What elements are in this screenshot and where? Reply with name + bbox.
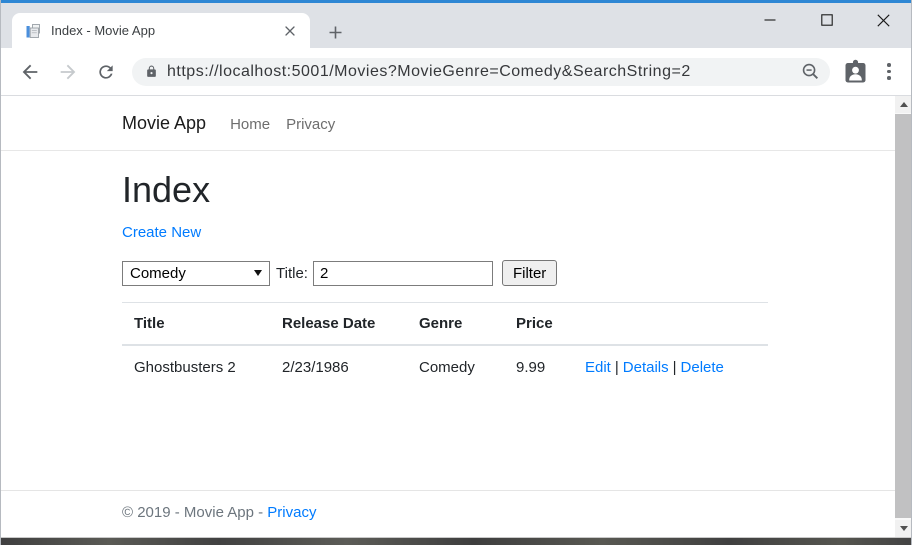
scrollbar-thumb[interactable]	[895, 114, 912, 518]
main-content: Index Create New Comedy Title: Filter	[122, 151, 768, 389]
cell-release-date: 2/23/1986	[282, 359, 349, 377]
cell-genre: Comedy	[419, 359, 475, 377]
back-icon[interactable]	[18, 60, 42, 84]
table-header-row: Title Release Date Genre Price	[122, 302, 768, 347]
web-page: Movie App Home Privacy Index Create New …	[0, 96, 912, 537]
footer-privacy-link[interactable]: Privacy	[267, 504, 316, 521]
cell-price: 9.99	[516, 359, 546, 377]
filter-form: Comedy Title: Filter	[122, 260, 768, 287]
minimize-button-icon[interactable]	[741, 3, 798, 37]
table-row: Ghostbusters 2 2/23/1986 Comedy 9.99 Edi…	[122, 345, 768, 389]
url-text: https://localhost:5001/Movies?MovieGenre…	[167, 62, 691, 80]
header-genre: Genre	[407, 302, 504, 347]
reload-icon[interactable]	[94, 60, 118, 84]
browser-menu-icon[interactable]	[879, 60, 899, 84]
action-separator: |	[672, 359, 677, 377]
address-bar[interactable]: https://localhost:5001/Movies?MovieGenre…	[132, 57, 830, 86]
genre-select[interactable]: Comedy	[122, 260, 270, 286]
create-new-link[interactable]: Create New	[122, 224, 201, 241]
filter-button[interactable]: Filter	[501, 260, 558, 287]
header-release-date: Release Date	[270, 302, 407, 347]
header-price: Price	[504, 302, 573, 347]
tab-bar: Index - Movie App	[0, 3, 912, 48]
copyright-text: © 2019 - Movie App -	[122, 504, 264, 521]
title-label: Title:	[276, 264, 308, 282]
vertical-scrollbar	[895, 96, 912, 537]
edit-link[interactable]: Edit	[585, 359, 611, 376]
site-footer: © 2019 - Movie App - Privacy	[0, 490, 912, 521]
nav-home-link[interactable]: Home	[222, 116, 278, 133]
cell-actions: Edit | Details | Delete	[573, 345, 768, 389]
new-tab-icon[interactable]	[322, 19, 348, 45]
forward-icon[interactable]	[56, 60, 80, 84]
lock-icon[interactable]	[145, 64, 158, 79]
nav-privacy-link[interactable]: Privacy	[278, 116, 343, 133]
brand-link[interactable]: Movie App	[122, 113, 206, 134]
tab-close-icon[interactable]	[280, 21, 300, 41]
favicon-icon	[25, 23, 41, 39]
header-actions	[573, 302, 768, 347]
delete-link[interactable]: Delete	[681, 359, 724, 376]
scroll-down-icon[interactable]	[895, 520, 912, 537]
movies-table: Title Release Date Genre Price Ghostbust…	[122, 302, 768, 389]
maximize-button-icon[interactable]	[798, 3, 855, 37]
zoom-out-icon[interactable]	[801, 62, 820, 81]
select-arrow-icon	[254, 270, 262, 277]
scroll-up-icon[interactable]	[895, 96, 912, 113]
site-navbar: Movie App Home Privacy	[0, 96, 912, 151]
browser-tab[interactable]: Index - Movie App	[12, 13, 310, 48]
details-link[interactable]: Details	[623, 359, 669, 376]
close-button-icon[interactable]	[855, 3, 912, 37]
browser-window: Index - Movie App https://localhost:5001…	[0, 0, 912, 545]
header-title: Title	[122, 302, 270, 347]
genre-select-value: Comedy	[130, 264, 186, 282]
browser-toolbar: https://localhost:5001/Movies?MovieGenre…	[0, 48, 912, 96]
profile-badge-icon[interactable]	[844, 59, 867, 84]
page-title: Index	[122, 169, 211, 210]
action-separator: |	[614, 359, 619, 377]
tab-title: Index - Movie App	[51, 23, 156, 38]
desktop-edge-strip	[0, 538, 912, 545]
window-controls	[741, 3, 912, 37]
search-input[interactable]	[312, 260, 493, 286]
cell-title: Ghostbusters 2	[134, 359, 236, 377]
